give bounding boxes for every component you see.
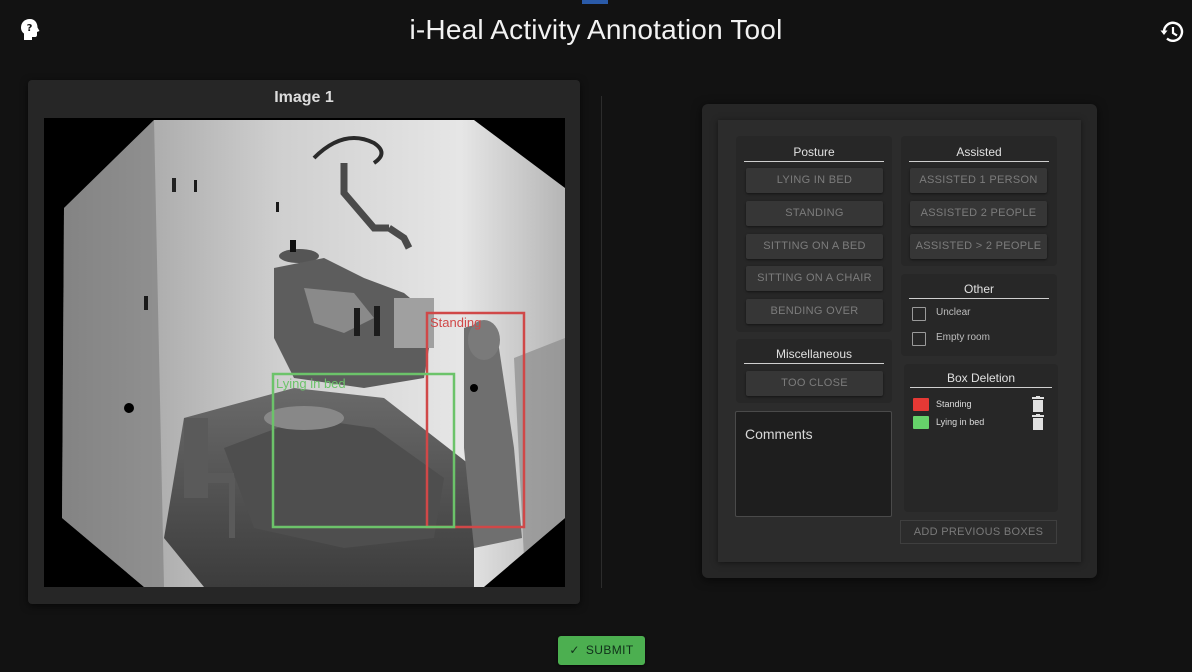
trash-icon[interactable] <box>1032 396 1044 412</box>
assisted-button-2-people[interactable]: ASSISTED 2 PEOPLE <box>910 201 1047 226</box>
posture-button-bending-over[interactable]: BENDING OVER <box>746 299 883 324</box>
posture-button-lying-in-bed[interactable]: LYING IN BED <box>746 168 883 193</box>
unclear-label: Unclear <box>936 307 971 318</box>
standing-color-swatch <box>913 398 929 411</box>
bbox-lying-in-bed-label: Lying in bed <box>276 376 346 391</box>
assisted-title: Assisted <box>956 145 1002 159</box>
unclear-checkbox[interactable] <box>912 307 926 321</box>
lying-in-bed-color-swatch <box>913 416 929 429</box>
assisted-button-1-person[interactable]: ASSISTED 1 PERSON <box>910 168 1047 193</box>
bbox-standing-label: Standing <box>430 315 481 330</box>
standing-box-label: Standing <box>936 399 972 409</box>
box-deletion-rule <box>910 387 1052 388</box>
add-previous-boxes-button[interactable]: ADD PREVIOUS BOXES <box>900 520 1057 544</box>
app-title: i-Heal Activity Annotation Tool <box>409 14 783 45</box>
misc-button-too-close[interactable]: TOO CLOSE <box>746 371 883 396</box>
image-title: Image 1 <box>274 89 334 106</box>
submit-label: SUBMIT <box>585 643 634 657</box>
app-header: ? i-Heal Activity Annotation Tool <box>0 0 1192 68</box>
top-accent-bar <box>582 0 608 4</box>
check-icon: ✓ <box>569 643 580 657</box>
image-card: Image 1 Standing Lying in bed <box>28 80 580 604</box>
other-title: Other <box>963 282 994 296</box>
history-icon[interactable] <box>1158 18 1186 46</box>
assisted-rule <box>909 161 1049 162</box>
posture-rule <box>744 161 884 162</box>
box-deletion-group: Box Deletion <box>904 364 1058 512</box>
lying-in-bed-box-label: Lying in bed <box>936 417 985 427</box>
depth-image-canvas[interactable]: Standing Lying in bed <box>44 118 565 587</box>
depth-scene <box>62 120 565 587</box>
trash-icon[interactable] <box>1032 414 1044 430</box>
panel-divider <box>601 96 602 588</box>
comments-label: Comments <box>745 426 813 442</box>
box-deletion-title: Box Deletion <box>946 371 1016 385</box>
posture-button-sitting-on-a-bed[interactable]: SITTING ON A BED <box>746 234 883 259</box>
assisted-button-more-than-2[interactable]: ASSISTED > 2 PEOPLE <box>910 234 1047 259</box>
empty-room-label: Empty room <box>936 332 990 343</box>
other-rule <box>909 298 1049 299</box>
empty-room-checkbox[interactable] <box>912 332 926 346</box>
posture-title: Posture <box>793 145 835 159</box>
submit-button[interactable]: ✓ SUBMIT <box>558 636 645 665</box>
posture-button-standing[interactable]: STANDING <box>746 201 883 226</box>
miscellaneous-title: Miscellaneous <box>775 347 853 361</box>
posture-button-sitting-on-a-chair[interactable]: SITTING ON A CHAIR <box>746 266 883 291</box>
miscellaneous-rule <box>744 363 884 364</box>
comments-field[interactable]: Comments <box>735 411 892 517</box>
